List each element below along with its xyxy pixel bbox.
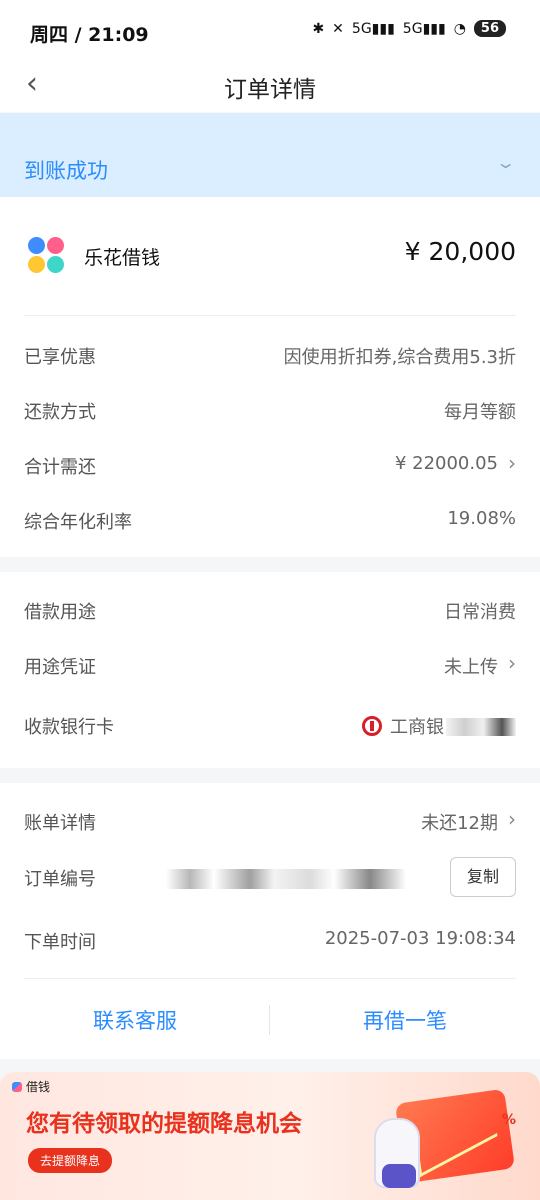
- detail-row-voucher[interactable]: 用途凭证 未上传 ›: [24, 645, 516, 685]
- status-icons: ✱ ✕ 5G▮▮▮ 5G▮▮▮ ◔ 56: [312, 20, 506, 37]
- divider: [24, 315, 516, 316]
- status-label: 到账成功: [24, 159, 108, 183]
- masked-card-number: [446, 718, 516, 736]
- chevron-right-icon: ›: [508, 651, 516, 675]
- loan-amount: ¥ 20,000: [404, 237, 516, 266]
- battery-icon: 56: [473, 20, 506, 37]
- status-time: 周四 / 21:09: [30, 24, 149, 46]
- promo-cta-button[interactable]: 去提额降息: [28, 1148, 113, 1173]
- action-bar: 联系客服 再借一笔: [0, 983, 540, 1059]
- contact-service-button[interactable]: 联系客服: [0, 1005, 270, 1035]
- promo-headline: 您有待领取的提额降息机会: [26, 1111, 302, 1137]
- chevron-down-icon[interactable]: ⌄: [495, 153, 516, 172]
- masked-order-number: [166, 869, 406, 889]
- chevron-right-icon: ›: [508, 451, 516, 475]
- signal-icon-2: 5G▮▮▮: [402, 20, 446, 37]
- order-info-card: 账单详情 未还12期 › 订单编号 复制 下单时间 2025-07-03 19:…: [0, 783, 540, 1059]
- detail-row-order-time: 下单时间 2025-07-03 19:08:34: [24, 928, 516, 953]
- detail-row-bill[interactable]: 账单详情 未还12期 ›: [24, 801, 516, 841]
- navigation-bar: ‹ 订单详情: [0, 62, 540, 112]
- loan-usage-card: 借款用途 日常消费 用途凭证 未上传 › 收款银行卡 工商银: [0, 572, 540, 768]
- detail-row-order-number: 订单编号 复制: [24, 857, 516, 897]
- status-banner[interactable]: 到账成功 ⌄: [0, 113, 540, 197]
- bank-card-value: 工商银: [362, 713, 516, 739]
- detail-row-repayment-method: 还款方式 每月等额: [24, 402, 516, 423]
- borrow-again-button[interactable]: 再借一笔: [270, 1005, 540, 1035]
- mute-icon: ✕: [332, 20, 344, 37]
- divider: [24, 978, 516, 979]
- wifi-icon: ◔: [453, 20, 466, 37]
- status-bar: 周四 / 21:09 ✱ ✕ 5G▮▮▮ 5G▮▮▮ ◔ 56: [0, 0, 540, 62]
- detail-row-bank-card: 收款银行卡 工商银: [24, 705, 516, 745]
- detail-row-discount: 已享优惠 因使用折扣券,综合费用5.3折: [24, 347, 516, 368]
- product-row: 乐花借钱 ¥ 20,000: [24, 227, 516, 287]
- loan-summary-card: 乐花借钱 ¥ 20,000 已享优惠 因使用折扣券,综合费用5.3折 还款方式 …: [0, 197, 540, 557]
- detail-row-total-due[interactable]: 合计需还 ¥ 22000.05 ›: [24, 445, 516, 485]
- signal-icon: 5G▮▮▮: [351, 20, 395, 37]
- bluetooth-icon: ✱: [312, 20, 325, 37]
- detail-row-purpose: 借款用途 日常消费: [24, 602, 516, 623]
- brand-logo-icon: [12, 1082, 22, 1092]
- promo-brand: 借钱: [12, 1078, 50, 1095]
- product-name: 乐花借钱: [84, 247, 161, 269]
- mascot-illustration: [374, 1118, 420, 1188]
- promo-banner[interactable]: 借钱 您有待领取的提额降息机会 去提额降息 %: [0, 1072, 540, 1200]
- percent-icon: %: [501, 1112, 516, 1128]
- page-title: 订单详情: [224, 77, 316, 103]
- detail-row-apr: 综合年化利率 19.08%: [24, 508, 516, 533]
- chevron-right-icon: ›: [508, 807, 516, 831]
- bank-logo-icon: [362, 716, 382, 736]
- product-logo-icon: [28, 237, 66, 275]
- copy-button[interactable]: 复制: [450, 857, 516, 897]
